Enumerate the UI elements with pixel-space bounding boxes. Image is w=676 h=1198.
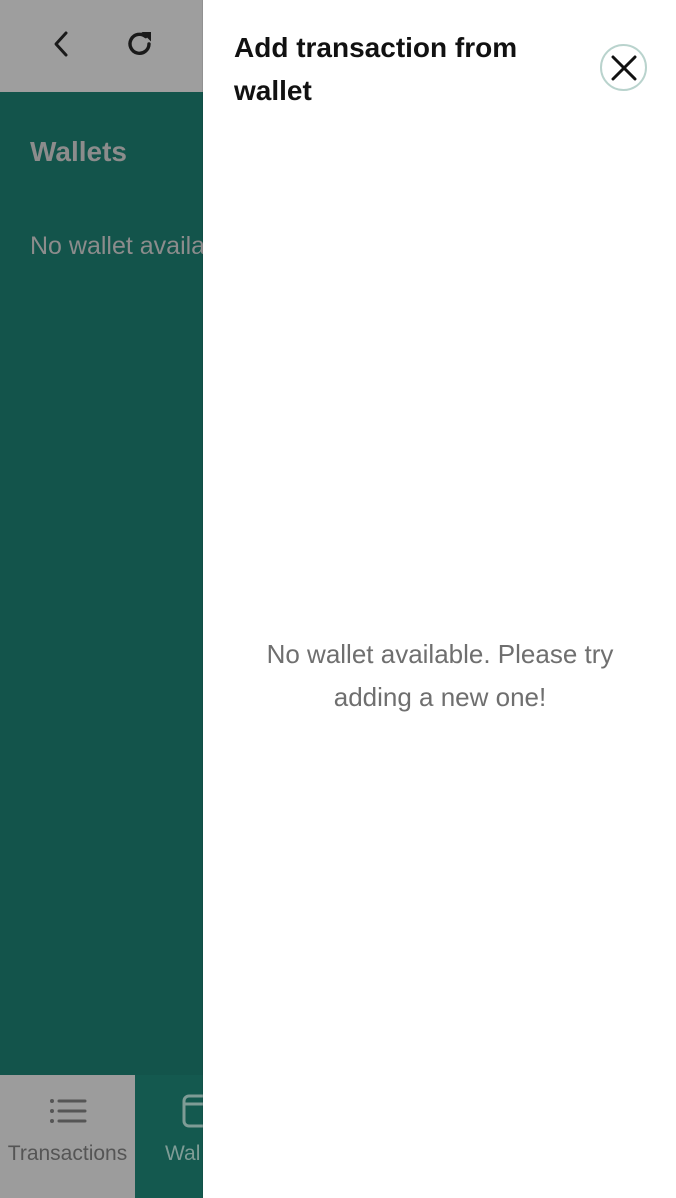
back-button[interactable]: [40, 22, 84, 66]
close-button[interactable]: [600, 44, 647, 91]
list-icon: [49, 1099, 86, 1123]
chevron-left-icon: [54, 31, 68, 57]
page-title: Wallets: [30, 136, 127, 167]
drawer-title: Add transaction from wallet: [234, 32, 518, 106]
drawer-empty-state-text: No wallet available. Please try adding a…: [266, 639, 614, 712]
nav-item-transactions[interactable]: Transactions: [0, 1075, 135, 1198]
close-icon: [611, 55, 636, 80]
refresh-icon: [128, 32, 151, 55]
nav-label-transactions: Transactions: [7, 1142, 128, 1165]
add-transaction-drawer: Add transaction from wallet No wallet av…: [203, 0, 676, 1198]
empty-state-text: No wallet availa: [30, 232, 206, 260]
nav-label-wallets: Wal: [165, 1142, 201, 1165]
refresh-button[interactable]: [118, 22, 162, 66]
